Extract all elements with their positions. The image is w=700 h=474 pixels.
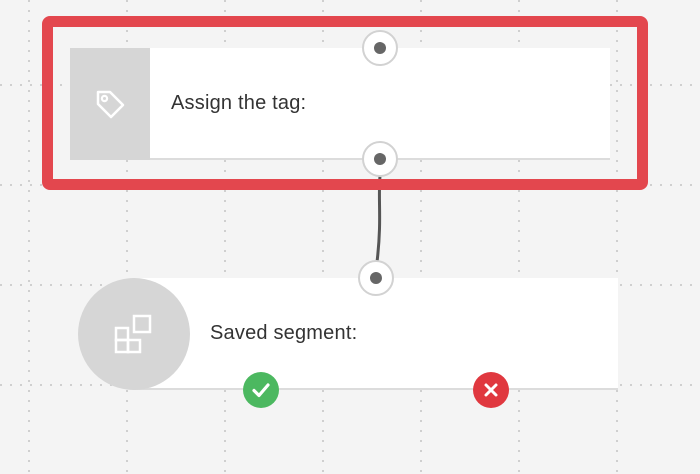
- tag-icon: [96, 90, 125, 119]
- saved-segment-label: Saved segment:: [210, 322, 358, 344]
- segment-icon-circle: [78, 278, 190, 390]
- cross-icon: [484, 383, 498, 397]
- assign-tag-label: Assign the tag:: [171, 92, 307, 114]
- segment-node-input-port[interactable]: [358, 260, 394, 296]
- tag-node-input-port[interactable]: [362, 30, 398, 66]
- tag-icon-box: [70, 48, 150, 160]
- yes-outcome-button[interactable]: [243, 372, 279, 408]
- checkmark-icon: [252, 383, 270, 398]
- segment-blocks-icon: [114, 314, 152, 354]
- tag-node-output-port[interactable]: [362, 141, 398, 177]
- assign-tag-node[interactable]: Assign the tag:: [70, 48, 610, 160]
- no-outcome-button[interactable]: [473, 372, 509, 408]
